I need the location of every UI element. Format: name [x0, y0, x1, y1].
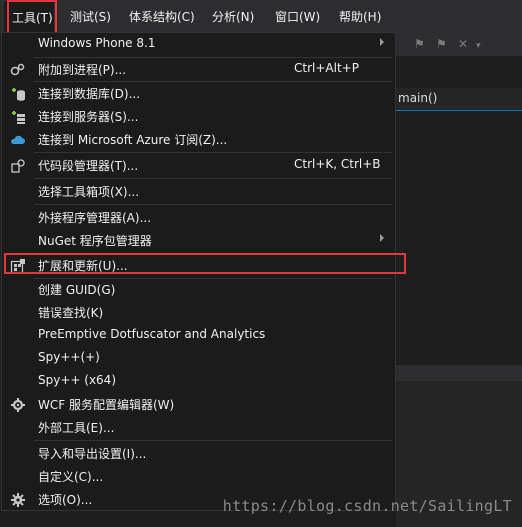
menu-item-connect-azure[interactable]: 连接到 Microsoft Azure 订阅(Z)... — [2, 128, 395, 151]
menu-item-spy[interactable]: Spy++(+) — [2, 347, 395, 370]
menu-analyze-label: 分析(N) — [212, 10, 255, 24]
tools-dropdown-menu: Windows Phone 8.1 附加到进程(P)... Ctrl+Alt+P… — [1, 32, 396, 511]
wcf-config-icon — [10, 397, 26, 413]
menu-item-connect-server[interactable]: 连接到服务器(S)... — [2, 105, 395, 128]
snippet-manager-icon — [10, 158, 26, 174]
menu-item-addin-manager[interactable]: 外接程序管理器(A)... — [2, 206, 395, 229]
server-connect-icon — [10, 109, 26, 125]
options-gear-icon — [10, 492, 26, 508]
azure-cloud-icon — [10, 132, 26, 148]
menu-item-label: 连接到 Microsoft Azure 订阅(Z)... — [38, 133, 228, 147]
menu-architecture[interactable]: 体系结构(C) — [129, 0, 195, 34]
menu-help-label: 帮助(H) — [339, 10, 382, 24]
menu-item-label: 连接到数据库(D)... — [38, 87, 141, 101]
menu-help[interactable]: 帮助(H) — [339, 0, 381, 34]
menu-window-label: 窗口(W) — [275, 10, 321, 24]
menu-item-shortcut: Ctrl+Alt+P — [294, 61, 359, 75]
toolbar-overflow-icon[interactable]: ▾ — [476, 41, 481, 51]
menu-item-customize[interactable]: 自定义(C)... — [2, 465, 395, 488]
menu-item-label: PreEmptive Dotfuscator and Analytics — [38, 327, 266, 341]
menu-item-label: 错误查找(K) — [38, 306, 104, 320]
menu-analyze[interactable]: 分析(N) — [212, 0, 254, 34]
menu-item-connect-database[interactable]: 连接到数据库(D)... — [2, 82, 395, 105]
menu-item-label: 外部工具(E)... — [38, 421, 115, 435]
menu-tools[interactable]: 工具(T) — [3, 0, 55, 33]
menu-separator — [34, 204, 392, 205]
menu-item-snippet-manager[interactable]: 代码段管理器(T)... Ctrl+K, Ctrl+B — [2, 154, 395, 177]
menu-item-wcf-config[interactable]: WCF 服务配置编辑器(W) — [2, 393, 395, 416]
toolbar-bookmark-clear-icon[interactable]: ✕ — [458, 37, 468, 51]
extensions-icon — [10, 258, 26, 274]
menu-separator — [34, 178, 392, 179]
menu-item-label: 附加到进程(P)... — [38, 63, 127, 77]
menu-item-shortcut: Ctrl+K, Ctrl+B — [294, 157, 381, 171]
menu-item-label: 选择工具箱项(X)... — [38, 185, 140, 199]
function-dropdown-label[interactable]: main() — [398, 91, 437, 105]
menu-item-label: Windows Phone 8.1 — [38, 36, 156, 50]
menu-separator — [34, 440, 392, 441]
menu-test-label: 测试(S) — [70, 10, 111, 24]
menu-item-label: 自定义(C)... — [38, 470, 104, 484]
output-panel-header — [396, 365, 522, 381]
submenu-arrow-icon — [380, 234, 384, 242]
menu-item-label: NuGet 程序包管理器 — [38, 234, 152, 248]
menu-item-import-export[interactable]: 导入和导出设置(I)... — [2, 442, 395, 465]
submenu-arrow-icon — [380, 38, 384, 46]
menu-item-label: 连接到服务器(S)... — [38, 110, 139, 124]
menu-item-error-lookup[interactable]: 错误查找(K) — [2, 301, 395, 324]
menu-item-label: 代码段管理器(T)... — [38, 159, 139, 173]
menu-window[interactable]: 窗口(W) — [275, 0, 320, 34]
menu-tools-label: 工具(T) — [12, 11, 53, 25]
menu-architecture-label: 体系结构(C) — [129, 10, 195, 24]
toolbar-bookmark-icon[interactable]: ⚑ — [414, 37, 425, 51]
menu-item-label: 扩展和更新(U)... — [38, 259, 128, 273]
database-connect-icon — [10, 86, 26, 102]
menu-separator — [34, 152, 392, 153]
menu-bar: 工具(T) 测试(S) 体系结构(C) 分析(N) 窗口(W) 帮助(H) — [0, 0, 522, 34]
menu-item-label: 导入和导出设置(I)... — [38, 447, 147, 461]
attach-process-icon — [10, 62, 26, 78]
menu-item-nuget[interactable]: NuGet 程序包管理器 — [2, 229, 395, 252]
menu-item-spy-x64[interactable]: Spy++ (x64) — [2, 370, 395, 393]
menu-item-label: WCF 服务配置编辑器(W) — [38, 398, 175, 412]
menu-item-external-tools[interactable]: 外部工具(E)... — [2, 416, 395, 439]
menu-item-extensions-updates[interactable]: 扩展和更新(U)... — [2, 254, 395, 277]
menu-item-attach-process[interactable]: 附加到进程(P)... Ctrl+Alt+P — [2, 58, 395, 81]
menu-item-windows-phone[interactable]: Windows Phone 8.1 — [2, 33, 395, 56]
menu-item-label: 选项(O)... — [38, 493, 93, 507]
menu-test[interactable]: 测试(S) — [70, 0, 111, 34]
menu-item-label: 外接程序管理器(A)... — [38, 211, 152, 225]
menu-item-label: Spy++(+) — [38, 350, 100, 364]
menu-item-create-guid[interactable]: 创建 GUID(G) — [2, 278, 395, 301]
menu-item-dotfuscator[interactable]: PreEmptive Dotfuscator and Analytics — [2, 324, 395, 347]
watermark-text: https://blog.csdn.net/SailingLT — [222, 497, 512, 515]
menu-item-label: Spy++ (x64) — [38, 373, 116, 387]
menu-item-choose-toolbox[interactable]: 选择工具箱项(X)... — [2, 180, 395, 203]
menu-item-label: 创建 GUID(G) — [38, 283, 116, 297]
toolbar-bookmark-next-icon[interactable]: ⚑ — [436, 37, 447, 51]
